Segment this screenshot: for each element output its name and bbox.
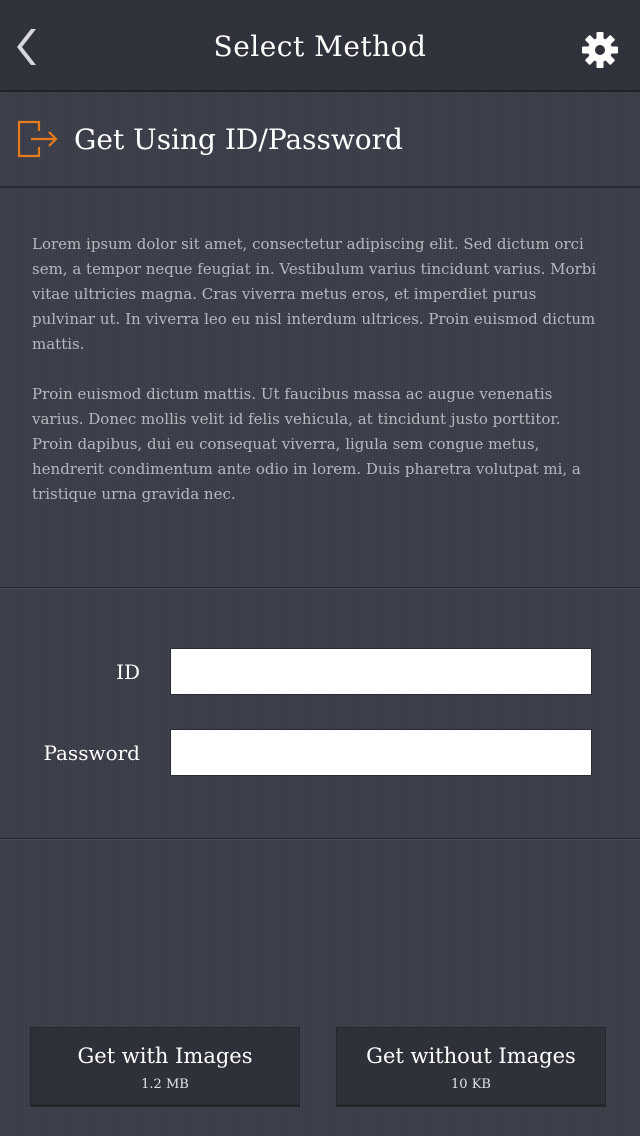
get-without-images-label: Get without Images xyxy=(366,1044,576,1068)
password-input[interactable] xyxy=(170,729,592,776)
divider xyxy=(0,838,640,840)
get-without-images-size: 10 KB xyxy=(451,1077,491,1092)
description-paragraph: Proin euismod dictum mattis. Ut faucibus… xyxy=(32,385,581,503)
id-input[interactable] xyxy=(170,648,592,695)
page-title: Select Method xyxy=(213,30,427,63)
gear-icon xyxy=(582,32,618,68)
divider xyxy=(0,587,640,589)
section-header: Get Using ID/Password xyxy=(0,92,640,188)
top-bar: Select Method xyxy=(0,0,640,92)
get-with-images-button[interactable]: Get with Images 1.2 MB xyxy=(30,1027,300,1105)
section-title: Get Using ID/Password xyxy=(74,123,403,156)
id-label: ID xyxy=(116,660,140,684)
get-without-images-button[interactable]: Get without Images 10 KB xyxy=(336,1027,606,1105)
get-with-images-label: Get with Images xyxy=(77,1044,253,1068)
get-with-images-size: 1.2 MB xyxy=(141,1077,189,1092)
password-label: Password xyxy=(43,741,140,765)
logout-icon xyxy=(17,120,58,158)
description-paragraph: Lorem ipsum dolor sit amet, consectetur … xyxy=(32,235,597,353)
description: Lorem ipsum dolor sit amet, consectetur … xyxy=(32,232,602,532)
settings-button[interactable] xyxy=(580,30,620,70)
